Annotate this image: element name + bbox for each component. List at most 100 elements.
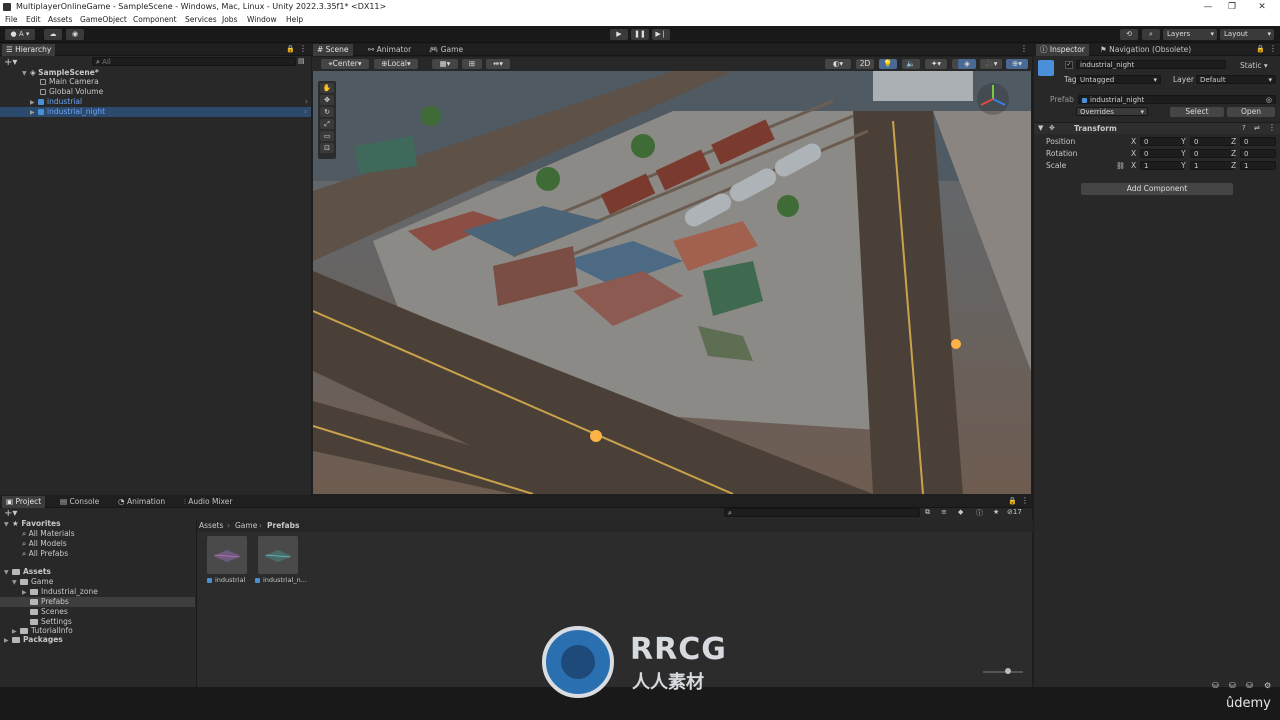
hierarchy-item-main-camera[interactable]: Main Camera [40, 77, 99, 87]
transform-tool-icon[interactable]: ⊡ [320, 143, 334, 153]
grid-snap-icon[interactable]: ▦▾ [432, 59, 458, 69]
folder-scenes[interactable]: Scenes [22, 607, 68, 617]
search-icon[interactable]: ⌕ [1142, 29, 1160, 40]
tab-animation[interactable]: ◔ Animation [114, 496, 169, 508]
camera-settings-icon[interactable]: 🎥▾ [980, 59, 1002, 69]
breadcrumb-game[interactable]: Game [235, 521, 257, 531]
cloud-icon[interactable]: ☁ [44, 29, 62, 40]
play-button[interactable]: ▶ [610, 29, 628, 40]
layers-dropdown[interactable]: Layers ▾ [1163, 29, 1217, 40]
menu-window[interactable]: Window [247, 14, 277, 26]
increment-snap-icon[interactable]: ⇹▾ [486, 59, 510, 69]
lock-icon[interactable]: 🔒 [286, 45, 295, 53]
collab-icon[interactable]: ◉ [66, 29, 84, 40]
effects-icon[interactable]: ✦▾ [925, 59, 947, 69]
hierarchy-item-global-volume[interactable]: Global Volume [40, 87, 103, 97]
close-button[interactable]: ✕ [1250, 0, 1274, 14]
account-dropdown[interactable]: ● A ▾ [5, 29, 35, 40]
more-menu-icon[interactable]: ⋮ [299, 44, 307, 53]
hidden-count-badge[interactable]: ⊘17 [1007, 508, 1022, 516]
favorite-all-prefabs[interactable]: ⌕ All Prefabs [22, 549, 68, 559]
rotate-tool-icon[interactable]: ↻ [320, 107, 334, 117]
more-menu-icon[interactable]: ⋮ [1268, 123, 1276, 132]
menu-edit[interactable]: Edit [26, 14, 41, 26]
preset-icon[interactable]: ⇌ [1254, 124, 1260, 132]
audio-toggle-icon[interactable]: 🔈 [902, 59, 920, 69]
grid-icon[interactable]: ⊞ [462, 59, 482, 69]
packages-header[interactable]: ▶ Packages [4, 635, 63, 645]
scale-y-field[interactable]: 1 [1190, 161, 1234, 170]
tab-scene[interactable]: # Scene [313, 44, 353, 56]
pause-button[interactable]: ❚❚ [631, 29, 649, 40]
rotation-y-field[interactable]: 0 [1190, 149, 1234, 158]
link-scale-icon[interactable]: ⛓ [1116, 161, 1125, 171]
lighting-toggle-icon[interactable]: 💡 [879, 59, 897, 69]
tab-audio-mixer[interactable]: ⫶ Audio Mixer [180, 496, 236, 508]
history-icon[interactable]: ⟲ [1120, 29, 1138, 40]
2d-toggle[interactable]: 2D [856, 59, 874, 69]
layer-dropdown[interactable]: Default ▾ [1196, 75, 1276, 84]
add-component-button[interactable]: Add Component [1081, 183, 1233, 195]
folder-game[interactable]: ▼ Game [12, 577, 53, 587]
project-search-input[interactable]: ⌕ [724, 508, 920, 517]
favorite-all-models[interactable]: ⌕ All Models [22, 539, 67, 549]
menu-assets[interactable]: Assets [48, 14, 72, 26]
more-menu-icon[interactable]: ⋮ [1021, 496, 1029, 505]
tab-game[interactable]: 🎮 Game [425, 44, 467, 56]
gizmos-icon[interactable]: ⊕▾ [1006, 59, 1028, 69]
help-icon[interactable]: ? [1242, 124, 1246, 132]
scale-tool-icon[interactable]: ⤢ [320, 119, 334, 129]
slider-handle[interactable] [1005, 668, 1011, 674]
scale-x-field[interactable]: 1 [1140, 161, 1184, 170]
menu-services[interactable]: Services [185, 14, 217, 26]
collab-status-icon[interactable]: ⛁ [1229, 681, 1236, 690]
menu-component[interactable]: Component [133, 14, 177, 26]
scale-z-field[interactable]: 1 [1240, 161, 1276, 170]
static-toggle[interactable]: Static ▾ [1240, 61, 1268, 70]
more-menu-icon[interactable]: ⋮ [1269, 44, 1277, 53]
hierarchy-item-industrial[interactable]: ▶ industrial › [30, 97, 310, 107]
label-icon[interactable]: ◆ [958, 508, 963, 516]
scene-viewport[interactable]: ✋ ✥ ↻ ⤢ ▭ ⊡ [313, 71, 1031, 494]
asset-thumbnail-industrial[interactable] [207, 536, 247, 574]
search-by-type-icon[interactable]: ⧉ [925, 508, 930, 517]
add-button[interactable]: +▾ [4, 57, 17, 68]
hierarchy-item-industrial-night[interactable]: ▶ industrial_night › [0, 107, 311, 117]
menu-help[interactable]: Help [286, 14, 303, 26]
menu-file[interactable]: File [5, 14, 18, 26]
menu-gameobject[interactable]: GameObject [80, 14, 127, 26]
tab-project[interactable]: ▣ Project [2, 496, 46, 508]
tab-navigation[interactable]: ⚑ Navigation (Obsolete) [1096, 44, 1195, 56]
info-icon[interactable]: ⓘ [976, 508, 983, 518]
thumbnail-size-slider[interactable] [983, 671, 1023, 673]
more-menu-icon[interactable]: ⋮ [1020, 44, 1028, 53]
space-local-dropdown[interactable]: ⊕Local▾ [374, 59, 418, 69]
rotation-z-field[interactable]: 0 [1240, 149, 1276, 158]
tab-inspector[interactable]: ⓘ Inspector [1036, 44, 1089, 56]
menu-jobs[interactable]: Jobs [222, 14, 237, 26]
tab-hierarchy[interactable]: ☰ Hierarchy [2, 44, 56, 56]
step-button[interactable]: ▶❘ [652, 29, 670, 40]
object-name-field[interactable]: industrial_night [1076, 60, 1226, 69]
maximize-button[interactable]: ❐ [1220, 0, 1244, 14]
position-y-field[interactable]: 0 [1190, 137, 1234, 146]
favorite-all-materials[interactable]: ⌕ All Materials [22, 529, 75, 539]
breadcrumb-assets[interactable]: Assets [199, 521, 223, 531]
overrides-dropdown[interactable]: Overrides ▾ [1076, 107, 1148, 116]
cache-server-icon[interactable]: ⛁ [1212, 681, 1219, 690]
tag-dropdown[interactable]: Untagged ▾ [1076, 75, 1161, 84]
hand-tool-icon[interactable]: ✋ [320, 83, 334, 93]
active-checkbox[interactable]: ✓ [1065, 61, 1073, 69]
pivot-center-dropdown[interactable]: ⌖Center▾ [321, 59, 369, 69]
search-by-label-icon[interactable]: ≡ [941, 508, 947, 516]
tab-console[interactable]: ▤ Console [56, 496, 103, 508]
asset-thumbnail-industrial-night[interactable] [258, 536, 298, 574]
favorite-star-icon[interactable]: ★ [993, 508, 999, 516]
assets-header[interactable]: ▼ Assets [4, 567, 51, 577]
hierarchy-search-input[interactable]: ⌕ All [92, 57, 296, 66]
layout-dropdown[interactable]: Layout ▾ [1220, 29, 1274, 40]
tab-animator[interactable]: ⚯ Animator [364, 44, 415, 56]
lock-icon[interactable]: 🔒 [1008, 497, 1017, 505]
open-button[interactable]: Open [1227, 107, 1275, 117]
select-button[interactable]: Select [1170, 107, 1224, 117]
